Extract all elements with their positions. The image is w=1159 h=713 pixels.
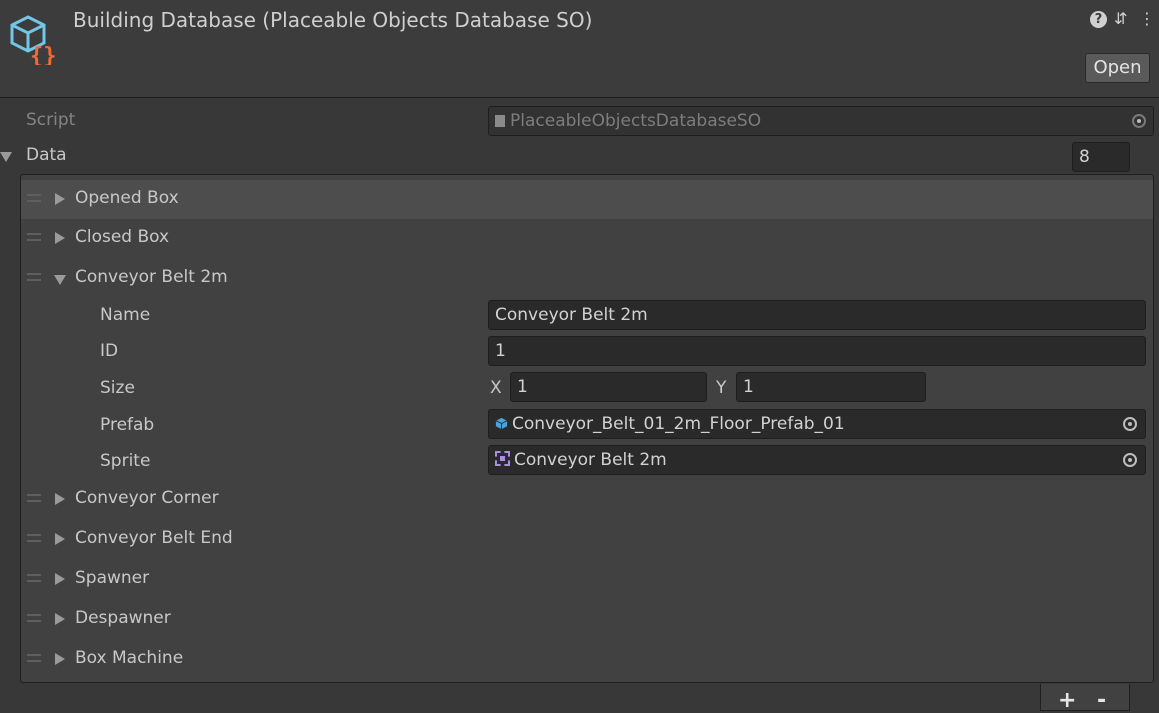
add-item-button[interactable]: +	[1058, 688, 1076, 713]
foldout-icon[interactable]	[55, 653, 65, 665]
foldout-icon[interactable]	[55, 232, 65, 244]
name-label: Name	[100, 305, 151, 325]
drag-handle-icon[interactable]	[27, 194, 41, 202]
drag-handle-icon[interactable]	[27, 233, 41, 241]
prefab-field-value: Conveyor_Belt_01_2m_Floor_Prefab_01	[512, 414, 845, 434]
list-item[interactable]: Box Machine	[75, 648, 183, 668]
foldout-icon[interactable]	[55, 193, 65, 205]
drag-handle-icon[interactable]	[27, 614, 41, 622]
size-x-field[interactable]: 1	[510, 372, 707, 402]
object-picker-icon[interactable]	[1123, 417, 1137, 431]
sprite-field[interactable]: Conveyor Belt 2m	[488, 445, 1146, 475]
script-field-value: PlaceableObjectsDatabaseSO	[510, 111, 762, 131]
foldout-icon[interactable]	[54, 275, 66, 285]
list-item[interactable]: Opened Box	[75, 188, 179, 208]
remove-item-button[interactable]: -	[1097, 688, 1106, 713]
inspector-title: Building Database (Placeable Objects Dat…	[73, 8, 593, 32]
selected-row-highlight	[21, 180, 1153, 219]
drag-handle-icon[interactable]	[27, 574, 41, 582]
drag-handle-icon[interactable]	[27, 534, 41, 542]
prefab-field[interactable]: Conveyor_Belt_01_2m_Floor_Prefab_01	[488, 409, 1146, 439]
object-picker-icon[interactable]	[1132, 114, 1146, 128]
list-footer	[1040, 684, 1130, 711]
script-label: Script	[26, 110, 76, 130]
help-icon[interactable]: ?	[1090, 11, 1107, 28]
list-item[interactable]: Despawner	[75, 608, 171, 628]
data-foldout-icon[interactable]	[0, 152, 12, 162]
svg-text:{}: {}	[30, 44, 57, 65]
sprite-icon	[495, 451, 510, 466]
preset-icon[interactable]: ⇵	[1114, 9, 1127, 28]
scriptable-object-icon: {}	[10, 15, 57, 65]
drag-handle-icon[interactable]	[27, 494, 41, 502]
drag-handle-icon[interactable]	[27, 654, 41, 662]
list-item[interactable]: Closed Box	[75, 227, 169, 247]
id-label: ID	[100, 341, 119, 361]
size-y-field[interactable]: 1	[736, 372, 926, 402]
data-label: Data	[26, 145, 67, 165]
object-picker-icon[interactable]	[1123, 453, 1137, 467]
menu-icon[interactable]: ⋮	[1139, 9, 1155, 28]
list-item[interactable]: Spawner	[75, 568, 149, 588]
data-count-field[interactable]: 8	[1072, 142, 1130, 172]
open-button[interactable]: Open	[1085, 53, 1150, 83]
script-field[interactable]: PlaceableObjectsDatabaseSO	[488, 106, 1154, 136]
list-item[interactable]: Conveyor Belt End	[75, 528, 233, 548]
list-item[interactable]: Conveyor Corner	[75, 488, 219, 508]
prefab-label: Prefab	[100, 415, 155, 435]
foldout-icon[interactable]	[55, 533, 65, 545]
list-item[interactable]: Conveyor Belt 2m	[75, 267, 228, 287]
size-y-label[interactable]: Y	[716, 378, 726, 398]
size-x-label[interactable]: X	[490, 378, 502, 398]
script-file-icon	[495, 115, 505, 127]
sprite-label: Sprite	[100, 451, 151, 471]
id-field[interactable]: 1	[488, 336, 1146, 366]
size-label: Size	[100, 378, 135, 398]
foldout-icon[interactable]	[55, 493, 65, 505]
foldout-icon[interactable]	[55, 613, 65, 625]
prefab-cube-icon	[495, 417, 508, 430]
foldout-icon[interactable]	[55, 573, 65, 585]
drag-handle-icon[interactable]	[27, 273, 41, 281]
sprite-field-value: Conveyor Belt 2m	[514, 450, 667, 470]
name-field[interactable]: Conveyor Belt 2m	[488, 300, 1146, 330]
